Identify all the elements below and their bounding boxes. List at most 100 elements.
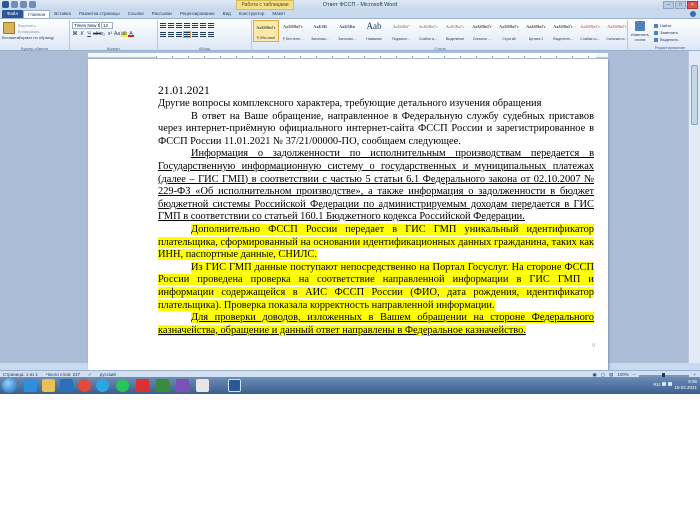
viber-icon[interactable] [176,379,189,392]
style-item[interactable]: АаБбВвГг Выделение [442,20,468,42]
font-name-select[interactable]: Times New Ro [72,22,100,29]
media-player-icon[interactable] [60,379,73,392]
skype-icon[interactable] [96,379,109,392]
start-button[interactable] [2,378,17,393]
pdf-icon[interactable] [136,379,149,392]
style-sample: АаБбВвГ [392,24,410,29]
tab-view[interactable]: Вид [219,10,235,18]
clock[interactable]: 9:36 19.02.2021 [674,379,697,391]
tab-review[interactable]: Рецензирование [176,10,219,18]
style-name: ¶ Обычный [256,36,276,40]
sort-icon[interactable] [200,23,206,28]
style-sample: АаБбВвГг [472,24,492,29]
style-item[interactable]: АаБбВ Заголово... [307,20,333,42]
justify-icon[interactable] [183,31,191,38]
vertical-scrollbar[interactable] [688,51,700,363]
increase-indent-icon[interactable] [192,23,198,28]
save-icon[interactable] [11,1,18,8]
underline-button[interactable]: Ч [86,31,92,37]
tab-page-layout[interactable]: Разметка страницы [75,10,124,18]
keyboard-language[interactable]: RU [654,382,661,387]
decrease-indent-icon[interactable] [184,23,190,28]
tab-references[interactable]: Ссылки [124,10,148,18]
font-color-button[interactable]: A [128,31,134,37]
system-tray [662,382,672,386]
whatsapp-icon[interactable] [116,379,129,392]
ie-icon[interactable] [24,379,37,392]
style-item[interactable]: Aab Название [361,20,387,42]
redo-icon[interactable] [29,1,36,8]
show-marks-icon[interactable] [208,23,214,28]
style-item[interactable]: АаБбВвГг Слабое в... [415,20,441,42]
change-styles-button[interactable]: Изменить стили [630,21,650,42]
document-page[interactable]: 21.01.2021 Другие вопросы комплексного х… [88,59,608,379]
borders-icon[interactable] [208,32,214,37]
styles-gallery: АаБбВвГг ¶ Обычный АаБбВвГг ¶ Без инте... Аа… [253,20,631,51]
sheet-app-icon[interactable] [156,379,169,392]
volume-icon[interactable] [668,382,672,386]
bold-button[interactable]: Ж [72,31,78,37]
tab-layout[interactable]: Макет [268,10,289,18]
shading-icon[interactable] [200,32,206,37]
select-button[interactable]: Выделить [654,36,678,43]
style-item[interactable]: АаБбВвГг Выделенн... [550,20,576,42]
multilevel-list-icon[interactable] [176,23,182,28]
title-bar: Работа с таблицами Ответ ФССП - Microsof… [0,0,700,10]
paste-button[interactable]: Вставить [2,22,19,42]
clipboard-group: Вставить Вырезать Копировать Формат по о… [0,20,70,51]
replace-button[interactable]: Заменить [654,29,678,36]
style-item[interactable]: АаБбВвГг ¶ Без инте... [280,20,306,42]
style-item[interactable]: АаБбВв Заголово... [334,20,360,42]
paragraph-4: Из ГИС ГМП данные поступают непосредстве… [158,261,594,312]
style-item[interactable]: АаБбВвГг Сильная сс... [604,20,630,42]
style-item[interactable]: АаБбВвГг Цитата 2 [523,20,549,42]
paragraph-2: Информация о задолженности по исполнител… [158,148,594,223]
superscript-button[interactable]: x² [107,31,113,37]
close-button[interactable]: × [687,1,698,9]
align-right-icon[interactable] [176,32,182,37]
tab-file[interactable]: Файл [2,10,24,18]
horizontal-ruler[interactable] [88,53,608,58]
font-size-select[interactable]: 12 [101,22,113,29]
style-item[interactable]: АаБбВвГг Сильное ... [469,20,495,42]
subscript-button[interactable]: x₂ [100,31,106,37]
align-left-icon[interactable] [160,32,166,37]
style-item[interactable]: АаБбВвГг ¶ Обычный [253,20,279,42]
taskbar: RU 9:36 19.02.2021 [0,377,700,394]
italic-button[interactable]: К [79,31,85,37]
tab-insert[interactable]: Вставка [50,10,75,18]
numbering-icon[interactable] [168,23,174,28]
change-case-button[interactable]: Aa [114,31,120,37]
bullets-icon[interactable] [160,23,166,28]
undo-icon[interactable] [20,1,27,8]
paint-icon[interactable] [196,379,209,392]
style-item[interactable]: АаБбВвГ Подзагол... [388,20,414,42]
align-center-icon[interactable] [168,32,174,37]
style-item[interactable]: АаБбВвГг Строгий [496,20,522,42]
style-sample: АаБбВвГг [607,24,627,29]
help-icon[interactable] [690,11,696,17]
style-name: Слабая сс... [580,37,600,41]
status-bar: Страница: 1 из 1 Число слов: 237 ✓ русск… [0,370,700,379]
style-sample: АаБбВвГг [499,24,519,29]
word-logo-icon[interactable] [2,1,9,8]
format-painter-button[interactable]: Формат по образцу [18,35,54,41]
minimize-button[interactable]: – [663,1,674,9]
tab-design[interactable]: Конструктор [235,10,269,18]
maximize-button[interactable]: □ [675,1,686,9]
opera-icon[interactable] [78,379,91,392]
explorer-icon[interactable] [42,379,55,392]
style-name: Слабое в... [418,37,438,41]
tab-mailings[interactable]: Рассылки [148,10,176,18]
network-icon[interactable] [662,382,666,386]
find-button[interactable]: Найти [654,22,678,29]
scrollbar-thumb[interactable] [691,65,698,125]
tab-home[interactable]: Главная [23,10,51,18]
line-spacing-icon[interactable] [192,32,198,37]
word-taskbar-icon[interactable] [228,379,241,392]
style-item[interactable]: АаБбВвГг Слабая сс... [577,20,603,42]
strikethrough-button[interactable]: abc [93,31,101,37]
style-name: ¶ Без инте... [283,37,303,41]
document-body[interactable]: 21.01.2021 Другие вопросы комплексного х… [158,85,594,337]
highlight-color-button[interactable]: ab [121,31,127,37]
